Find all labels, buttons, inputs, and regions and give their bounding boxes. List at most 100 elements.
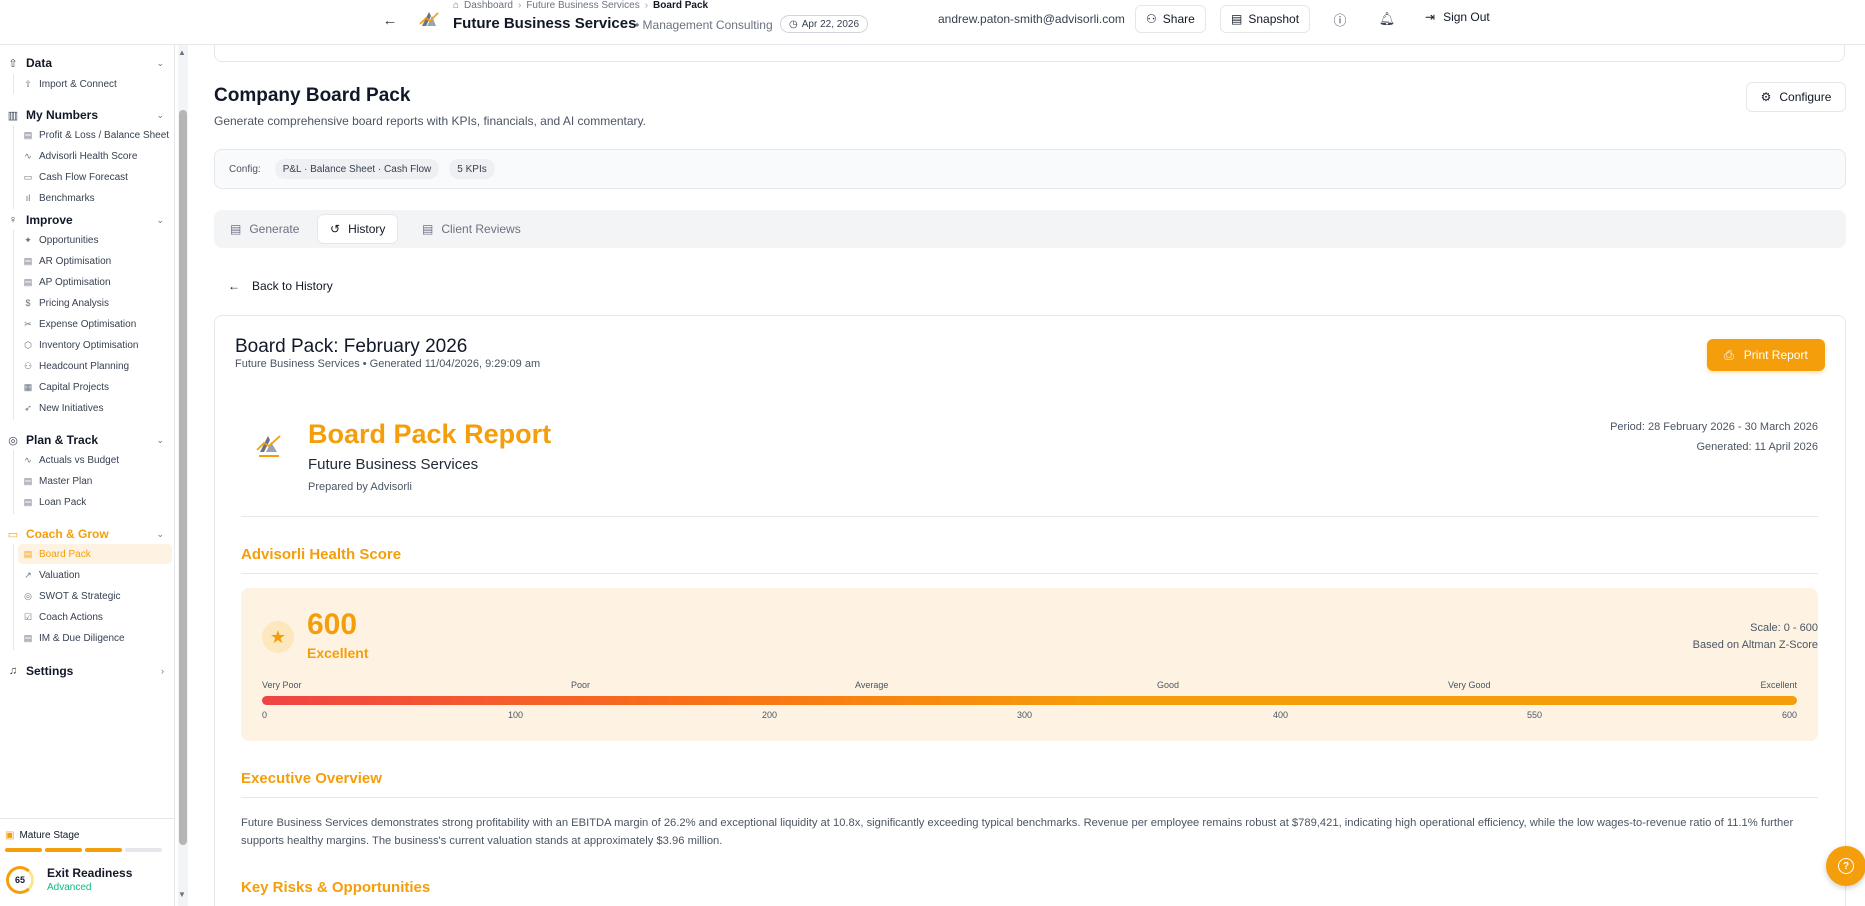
health-score-value: 600: [307, 608, 358, 641]
sidebar-item-actuals-vs-budget[interactable]: ∿ Actuals vs Budget: [18, 450, 172, 470]
chevron-down-icon: ⌄: [156, 214, 164, 225]
tab-generate[interactable]: ▤ Generate: [218, 214, 311, 244]
sidebar-scroll-thumb[interactable]: [179, 110, 187, 845]
building-icon: ▣: [5, 830, 15, 841]
item-label: Inventory Optimisation: [39, 339, 139, 351]
breadcrumb: ⌂ Dashboard › Future Business Services ›…: [453, 0, 708, 11]
stage-bar-segment: [5, 848, 42, 852]
sidebar-item-headcount-planning[interactable]: ⚇ Headcount Planning: [18, 356, 172, 376]
sidebar-section-settings[interactable]: ♫ Settings ›: [6, 662, 164, 680]
tab-client-reviews[interactable]: ▤ Client Reviews: [410, 214, 533, 244]
help-fab-button[interactable]: ?: [1826, 846, 1865, 886]
sidebar-item-opportunities[interactable]: ✦ Opportunities: [18, 230, 172, 250]
sidebar-item-profit-loss[interactable]: ▤ Profit & Loss / Balance Sheet: [18, 125, 172, 145]
scroll-up-icon[interactable]: ▲: [178, 48, 186, 57]
user-plus-icon: ⚇: [1146, 12, 1157, 26]
sidebar-item-im-due-diligence[interactable]: ▤ IM & Due Diligence: [18, 628, 172, 648]
sidebar-item-board-pack[interactable]: ▤ Board Pack: [18, 544, 172, 564]
help-icon[interactable]: ⓘ: [1329, 8, 1351, 30]
grade-label: Very Poor: [262, 680, 302, 690]
item-label: New Initiatives: [39, 402, 104, 414]
sidebar-section-improve[interactable]: ♀ Improve ⌄: [6, 211, 164, 229]
file-icon: ▤: [1231, 12, 1243, 26]
back-to-history-button[interactable]: ← Back to History: [228, 279, 333, 293]
divider: [241, 797, 1818, 798]
tree-line: [13, 74, 14, 94]
tab-label: Client Reviews: [441, 222, 521, 236]
tab-history[interactable]: ↺ History: [317, 214, 399, 244]
dollar-icon: $: [25, 298, 31, 308]
sidebar-item-new-initiatives[interactable]: ➶ New Initiatives: [18, 398, 172, 418]
breadcrumb-separator-icon: ›: [517, 0, 522, 11]
breadcrumb-dashboard[interactable]: Dashboard: [464, 0, 513, 11]
doc-prepared-by: Prepared by Advisorli: [308, 481, 412, 493]
sidebar-section-plan-track[interactable]: ◎ Plan & Track ⌄: [6, 431, 164, 449]
share-button[interactable]: ⚇ Share: [1135, 5, 1206, 33]
tick-label: 400: [1273, 710, 1289, 720]
sign-out-button[interactable]: ⇥ Sign Out: [1425, 10, 1490, 24]
executive-overview-heading: Executive Overview: [241, 770, 382, 787]
sidebar-item-pricing-analysis[interactable]: $ Pricing Analysis: [18, 293, 172, 313]
trend-icon: ↗: [24, 569, 32, 580]
page-subtitle: Generate comprehensive board reports wit…: [214, 114, 646, 128]
item-label: Advisorli Health Score: [39, 150, 138, 162]
sidebar-item-coach-actions[interactable]: ☑ Coach Actions: [18, 607, 172, 627]
page-title: Company Board Pack: [214, 85, 411, 106]
sidebar-item-inventory-optimisation[interactable]: ⬡ Inventory Optimisation: [18, 335, 172, 355]
snapshot-button[interactable]: ▤ Snapshot: [1220, 5, 1311, 33]
scroll-down-icon[interactable]: ▼: [178, 890, 186, 899]
tick-label: 600: [1781, 710, 1797, 720]
sidebar-item-ar-optimisation[interactable]: ▤ AR Optimisation: [18, 251, 172, 271]
date-value: Apr 22, 2026: [801, 18, 859, 30]
divider: [241, 573, 1818, 574]
sidebar-item-cash-flow[interactable]: ▭ Cash Flow Forecast: [18, 167, 172, 187]
item-label: Board Pack: [39, 548, 91, 560]
chevron-down-icon: ⌄: [156, 57, 164, 68]
grade-labels: Very Poor Poor Average Good Very Good Ex…: [262, 680, 1797, 692]
section-label: Coach & Grow: [26, 527, 109, 541]
sidebar-section-coach-grow[interactable]: ▭ Coach & Grow ⌄: [6, 525, 164, 543]
sidebar-section-data[interactable]: ⇧ Data ⌄: [6, 54, 164, 72]
sign-out-label: Sign Out: [1443, 10, 1490, 24]
sidebar-item-loan-pack[interactable]: ▤ Loan Pack: [18, 492, 172, 512]
clock-icon: ◷: [789, 18, 798, 30]
doc-company: Future Business Services: [308, 456, 479, 473]
advisorli-doc-logo: [256, 435, 281, 457]
back-arrow-icon[interactable]: ←: [380, 10, 400, 30]
divider: [241, 516, 1818, 517]
exit-readiness-label[interactable]: Exit Readiness: [47, 866, 132, 880]
tick-label: 100: [508, 710, 524, 720]
item-label: SWOT & Strategic: [39, 590, 121, 602]
sidebar-item-ap-optimisation[interactable]: ▤ AP Optimisation: [18, 272, 172, 292]
sidebar-item-health-score[interactable]: ∿ Advisorli Health Score: [18, 146, 172, 166]
sidebar-item-capital-projects[interactable]: ▦ Capital Projects: [18, 377, 172, 397]
sidebar-item-swot[interactable]: ◎ SWOT & Strategic: [18, 586, 172, 606]
date-picker[interactable]: ◷ Apr 22, 2026: [780, 15, 868, 33]
item-label: Capital Projects: [39, 381, 110, 393]
exit-readiness-score[interactable]: 65: [6, 866, 34, 894]
doc-period: Period: 28 February 2026 - 30 March 2026: [1610, 421, 1818, 433]
sidebar-item-master-plan[interactable]: ▤ Master Plan: [18, 471, 172, 491]
sidebar-item-benchmarks[interactable]: ıl Benchmarks: [18, 188, 172, 208]
breadcrumb-separator-icon: ›: [644, 0, 649, 11]
print-report-button[interactable]: ⎙ Print Report: [1707, 339, 1825, 371]
chevron-down-icon: ⌄: [156, 109, 164, 120]
sidebar-item-expense-optimisation[interactable]: ✂ Expense Optimisation: [18, 314, 172, 334]
sidebar-section-my-numbers[interactable]: ▥ My Numbers ⌄: [6, 106, 164, 124]
sidebar-item-import-connect[interactable]: ⇧ Import & Connect: [18, 74, 172, 94]
company-industry: • Management Consulting: [635, 18, 773, 32]
sidebar: ⇧ Data ⌄ ⇧ Import & Connect ▥ My Numbers…: [0, 45, 175, 906]
stage-bar-segment: [85, 848, 122, 852]
receipt-icon: ▤: [23, 276, 33, 287]
bell-icon[interactable]: 🔔︎: [1376, 8, 1398, 30]
section-label: Plan & Track: [26, 433, 99, 447]
doc-title: Board Pack Report: [308, 419, 552, 449]
breadcrumb-company[interactable]: Future Business Services: [526, 0, 639, 11]
stage-bar-segment: [125, 848, 162, 852]
grade-label: Very Good: [1448, 680, 1491, 690]
stage-indicator: ▣ Mature Stage: [5, 830, 80, 841]
sidebar-item-valuation[interactable]: ↗ Valuation: [18, 565, 172, 585]
clipboard-icon: ▤: [422, 222, 434, 236]
home-icon[interactable]: ⌂: [453, 0, 459, 11]
configure-button[interactable]: ⚙ Configure: [1746, 82, 1846, 112]
